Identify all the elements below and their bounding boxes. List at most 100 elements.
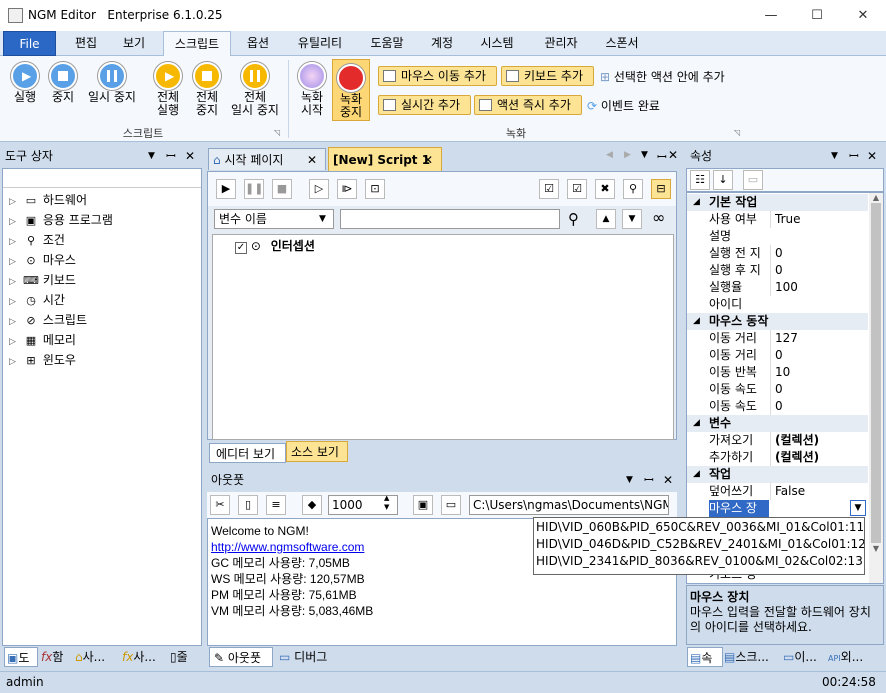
tab-toolbox[interactable]: ▣도 [4,647,38,667]
prop-value[interactable]: (컬렉션) [770,432,868,449]
property-scrollbar[interactable]: ▲ ▼ [869,193,883,583]
search-icon[interactable]: ⚲ [623,179,643,199]
collapse-icon[interactable]: ◢ [693,415,700,432]
pause-all-button[interactable]: 전체 일시 중지 [227,62,283,117]
dropdown-icon[interactable]: ▼ [148,145,155,167]
step-icon[interactable]: ⧐ [337,179,357,199]
prop-row[interactable]: 실행 후 지 0 [687,262,868,279]
event-complete-button[interactable]: ⟳ 이벤트 완료 [587,97,660,114]
tab-lines[interactable]: ▯줄 [170,647,202,667]
pause-button[interactable]: 일시 중지 [84,62,140,104]
pin-icon[interactable]: ꟷ [166,145,176,167]
delete-icon[interactable]: ✖ [595,179,615,199]
arrow-up-icon[interactable]: ▲ [596,209,616,229]
prop-value[interactable]: 0 [770,347,868,364]
prop-value[interactable]: (컬렉션) [770,449,868,466]
scroll-down-icon[interactable]: ▼ [869,544,883,553]
prop-row[interactable]: 이동 거리 127 [687,330,868,347]
prop-row-mouse-device[interactable]: 마우스 장 ▼ [687,500,868,517]
script-group-launcher-icon[interactable]: ◹ [274,128,280,137]
maximize-button[interactable]: ☐ [794,0,840,31]
tab-user[interactable]: ⌂사... [75,647,119,667]
menu-account[interactable]: 계정 [422,31,462,56]
dropdown-icon[interactable]: ▼ [831,145,838,167]
prop-row[interactable]: 이동 속도 0 [687,381,868,398]
prop-row[interactable]: 이동 속도 0 [687,398,868,415]
save-icon[interactable]: ▣ [413,495,433,515]
prop-row[interactable]: 설명 [687,228,868,245]
pause-icon[interactable]: ❚❚ [244,179,264,199]
pin-icon[interactable]: ꟷ [657,148,667,165]
tab-output[interactable]: ✎ 아웃풋 [209,647,273,667]
play-outline-icon[interactable]: ▷ [309,179,329,199]
dropdown-option[interactable]: HID\VID_060B&PID_650C&REV_0036&MI_01&Col… [536,519,864,536]
prop-value[interactable]: 10 [770,364,868,381]
add-action-immediately-button[interactable]: 액션 즉시 추가 [474,95,582,115]
variable-value-input[interactable] [340,209,560,229]
spin-icon[interactable]: ▲ ▼ [384,494,389,512]
stop-icon[interactable]: ■ [272,179,292,199]
tab-debug[interactable]: ▭ 디버그 [275,647,339,667]
add-keyboard-button[interactable]: 키보드 추가 [501,66,594,86]
dropdown-option[interactable]: HID\VID_2341&PID_8036&REV_0100&MI_02&Col… [536,553,863,570]
tab-source-view[interactable]: 소스 보기 [286,441,348,462]
scroll-left-icon[interactable]: ◀ [606,150,613,160]
check-icon[interactable]: ☑ [567,179,587,199]
script-canvas[interactable]: ✓ ⊙ 인터셉션 [212,234,674,440]
close-button[interactable]: ✕ [840,0,886,31]
add-inside-selected-action[interactable]: ⊞ 선택한 액션 안에 추가 [600,68,725,85]
prop-row[interactable]: 이동 반복 10 [687,364,868,381]
toolbox-item-mouse[interactable]: ▷ ⊙ 마우스 [9,250,201,270]
prop-row[interactable]: 실행 전 지 0 [687,245,868,262]
collapse-icon[interactable]: ◢ [693,194,700,211]
dropdown-icon[interactable]: ▼ [641,150,648,160]
category-mouse-action[interactable]: ◢ 마우스 동작 [687,313,868,330]
tab-script-list[interactable]: ▤스크... [724,647,782,667]
record-group-launcher-icon[interactable]: ◹ [734,128,740,137]
close-icon[interactable]: ✕ [185,145,195,167]
dropdown-option[interactable]: HID\VID_046D&PID_C52B&REV_2401&MI_01&Col… [536,536,864,553]
close-icon[interactable]: ✕ [867,145,877,167]
search-icon[interactable]: ⚲ [568,210,579,228]
log-path-input[interactable]: C:\Users\ngmas\Documents\NGM6\ [469,495,669,515]
arrow-down-icon[interactable]: ▼ [622,209,642,229]
eraser-icon[interactable]: ◆ [302,495,322,515]
folder-icon[interactable]: ▭ [441,495,461,515]
close-icon[interactable]: ✕ [668,148,678,162]
tab-editor-view[interactable]: 에디터 보기 [209,443,286,463]
add-realtime-button[interactable]: 실시간 추가 [378,95,471,115]
run-all-button[interactable]: ▶ 전체 실행 [150,62,186,117]
infinity-icon[interactable]: ∞ [652,208,665,227]
tab-functions[interactable]: fx함 [41,647,74,667]
scrollbar-thumb[interactable] [871,203,881,543]
categorized-icon[interactable]: ☷ [690,170,710,190]
prop-value[interactable]: 0 [770,262,868,279]
prop-row[interactable]: 이동 거리 0 [687,347,868,364]
list-icon[interactable]: ≡ [266,495,286,515]
prop-value[interactable]: 100 [770,279,868,296]
play-icon[interactable]: ▶ [216,179,236,199]
script-node-interception[interactable]: ✓ ⊙ 인터셉션 [235,237,315,254]
prop-row[interactable]: 추가하기 (컬렉션) [687,449,868,466]
prop-row[interactable]: 가져오기 (컬렉션) [687,432,868,449]
toolbox-search-input[interactable] [3,169,201,188]
close-tab-icon[interactable]: ✕ [307,149,317,170]
prop-row[interactable]: 사용 여부 True [687,211,868,228]
toolbox-item-keyboard[interactable]: ▷ ⌨ 키보드 [9,270,201,290]
property-pages-icon[interactable]: ▭ [743,170,763,190]
category-task[interactable]: ◢ 작업 [687,466,868,483]
dropdown-icon[interactable]: ▼ [626,469,633,491]
menu-sponsor[interactable]: 스폰서 [597,31,647,56]
toolbox-item-time[interactable]: ▷ ◷ 시간 [9,290,201,310]
tab-start-page[interactable]: ⌂ 시작 페이지 ✕ [208,148,326,170]
run-button[interactable]: ▶ 실행 [10,62,40,104]
tab-user-func[interactable]: fx사... [122,647,168,667]
close-tab-icon[interactable]: ✕ [423,148,433,171]
record-start-button[interactable]: 녹화 시작 [295,62,329,117]
toolbox-item-script[interactable]: ▷ ⊘ 스크립트 [9,310,201,330]
menu-system[interactable]: 시스템 [472,31,522,56]
tree-view-icon[interactable]: ⊟ [651,179,671,199]
pin-icon[interactable]: ꟷ [849,145,859,167]
stop-button[interactable]: 중지 [48,62,78,104]
check-all-icon[interactable]: ☑ [539,179,559,199]
